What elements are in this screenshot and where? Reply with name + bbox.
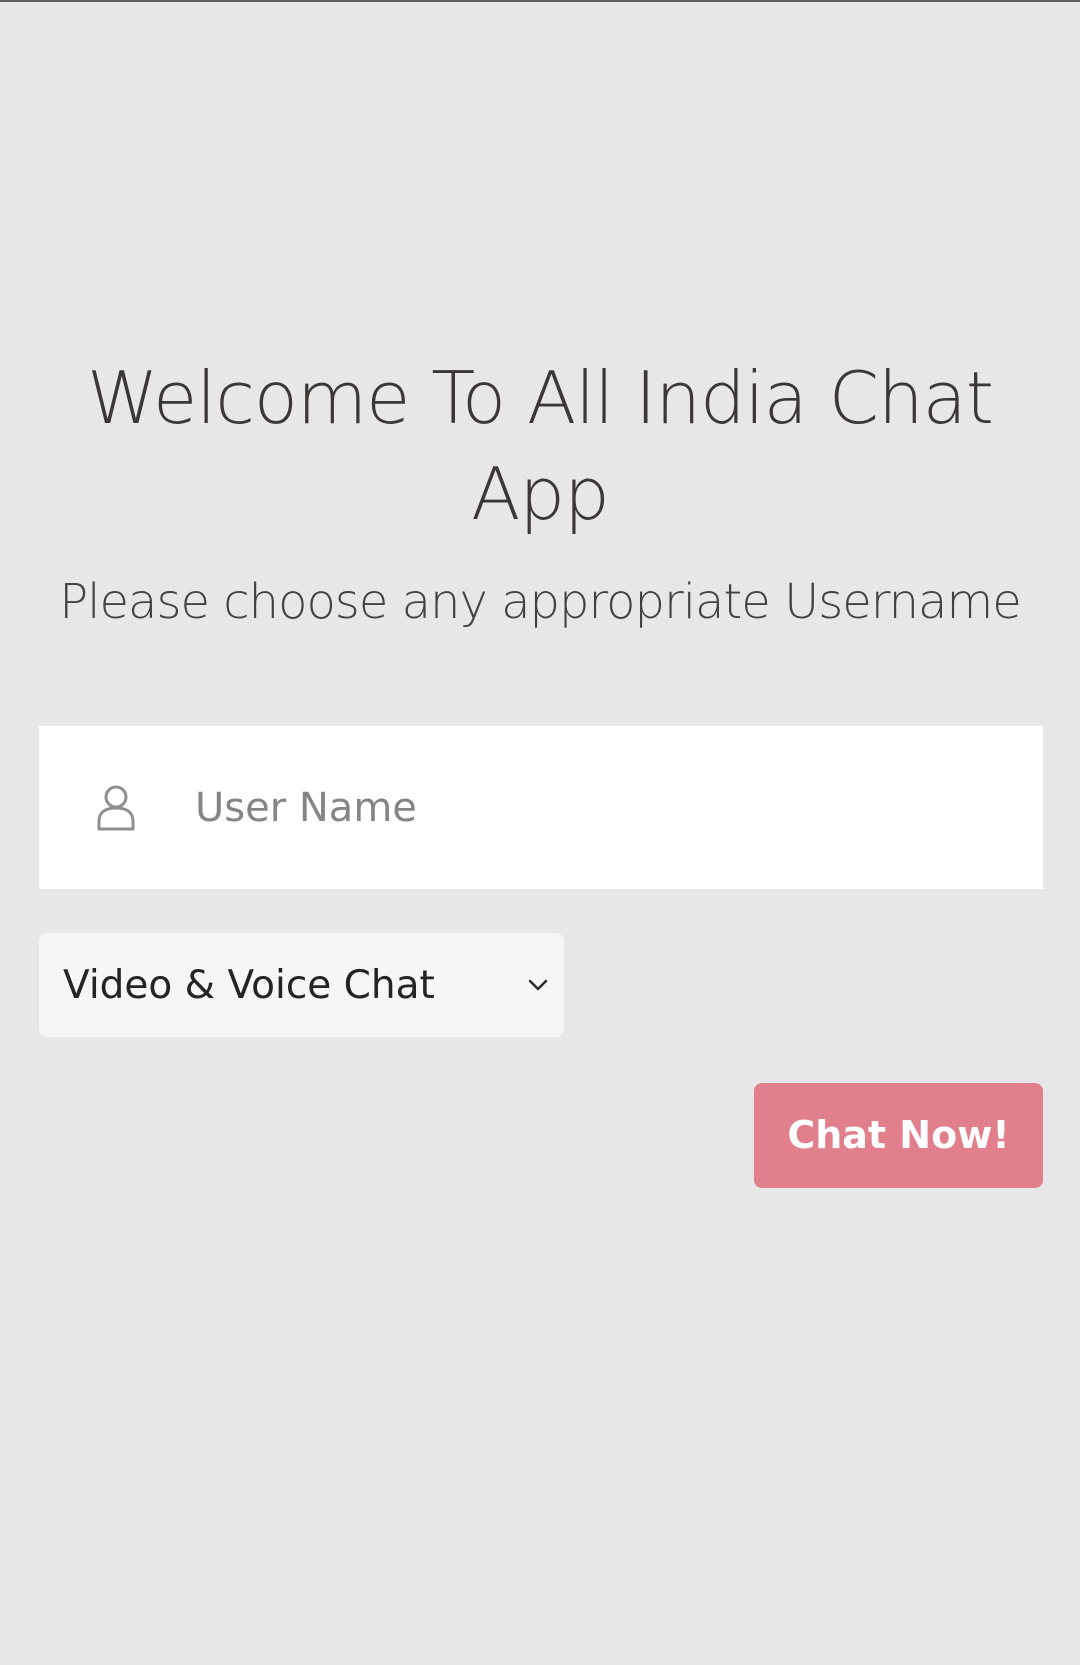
chat-mode-selected-value: Video & Voice Chat [63,962,435,1008]
username-field[interactable] [39,726,1043,889]
chat-now-button[interactable]: Chat Now! [754,1083,1043,1188]
chat-mode-select[interactable]: Video & Voice Chat [39,933,564,1037]
page-title: Welcome To All India Chat App [87,356,994,536]
username-input[interactable] [195,777,975,838]
page-subtitle: Please choose any appropriate Username [59,574,1022,630]
user-icon [94,783,138,833]
chevron-down-icon [524,971,552,999]
top-border [0,0,1080,2]
